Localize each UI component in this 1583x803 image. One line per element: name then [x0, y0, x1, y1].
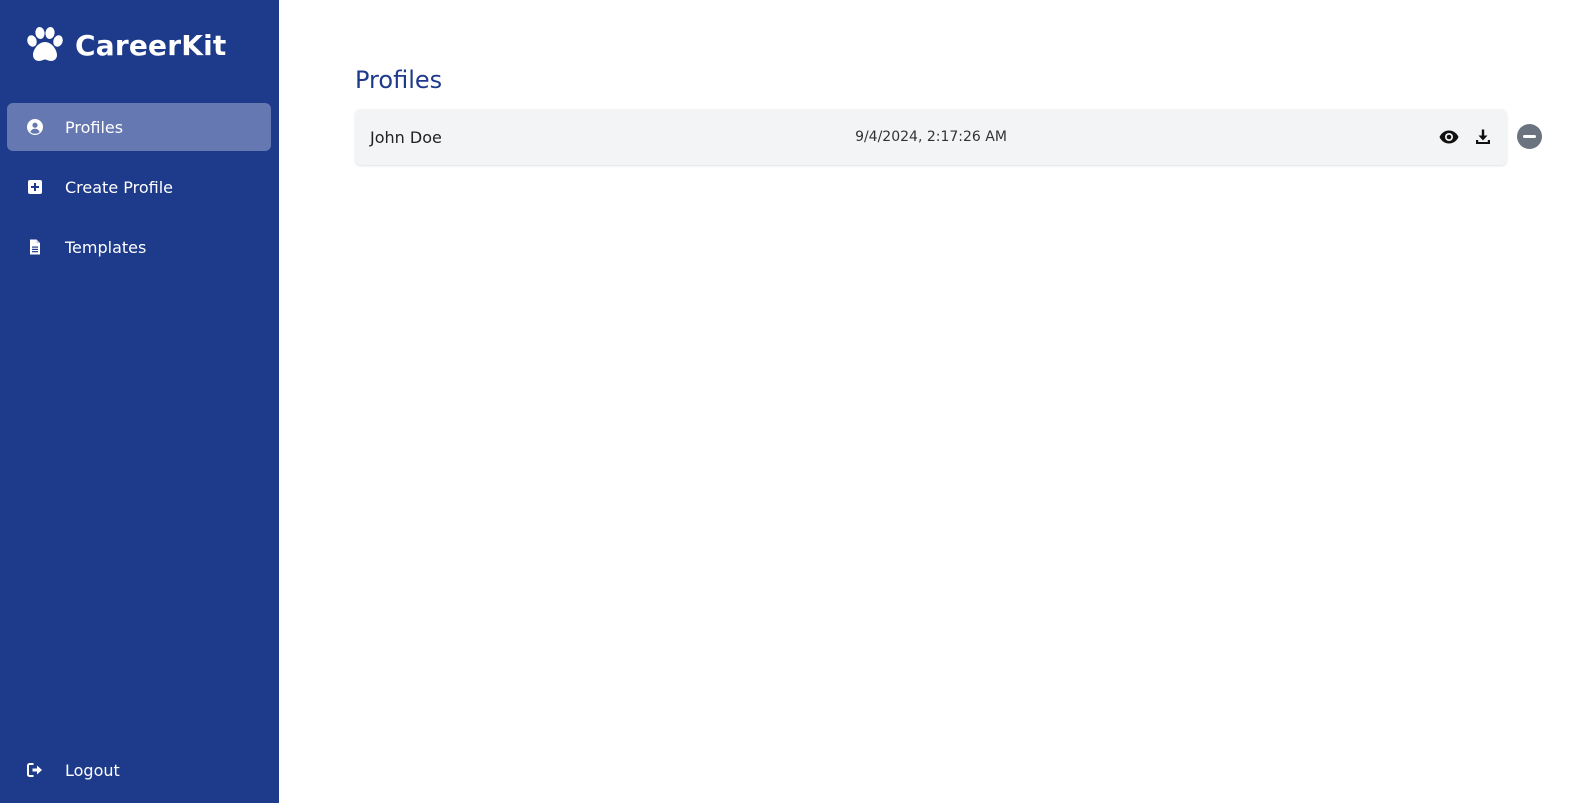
profile-date: 9/4/2024, 2:17:26 AM — [855, 129, 1007, 145]
sidebar-item-create-profile[interactable]: Create Profile — [7, 163, 271, 211]
sidebar-nav: Profiles Create Profile Templates — [7, 103, 271, 283]
plus-square-icon — [27, 179, 43, 195]
logout-button[interactable]: Logout — [7, 746, 271, 794]
paw-icon — [25, 26, 65, 64]
eye-icon — [1439, 130, 1459, 144]
page-title: Profiles — [355, 66, 443, 94]
view-profile-button[interactable] — [1439, 127, 1459, 147]
remove-profile-button[interactable] — [1517, 124, 1542, 149]
download-icon — [1475, 129, 1491, 145]
profile-name: John Doe — [370, 127, 442, 147]
brand[interactable]: CareerKit — [25, 26, 227, 64]
user-circle-icon — [27, 119, 43, 135]
minus-circle-icon — [1523, 135, 1536, 138]
sidebar: CareerKit Profiles Create Profile Templa… — [0, 0, 279, 803]
download-profile-button[interactable] — [1473, 127, 1493, 147]
app-root: CareerKit Profiles Create Profile Templa… — [0, 0, 1583, 803]
sign-out-icon — [27, 762, 43, 778]
brand-name: CareerKit — [75, 28, 227, 62]
sidebar-item-label: Profiles — [65, 117, 124, 137]
sidebar-item-label: Create Profile — [65, 177, 173, 197]
file-icon — [27, 239, 43, 255]
profile-row[interactable]: John Doe 9/4/2024, 2:17:26 AM — [355, 109, 1507, 165]
sidebar-item-label: Templates — [65, 237, 147, 257]
sidebar-item-profiles[interactable]: Profiles — [7, 103, 271, 151]
main-content: Profiles John Doe 9/4/2024, 2:17:26 AM — [279, 0, 1583, 803]
sidebar-item-templates[interactable]: Templates — [7, 223, 271, 271]
logout-label: Logout — [65, 760, 120, 780]
row-actions — [1439, 109, 1493, 165]
